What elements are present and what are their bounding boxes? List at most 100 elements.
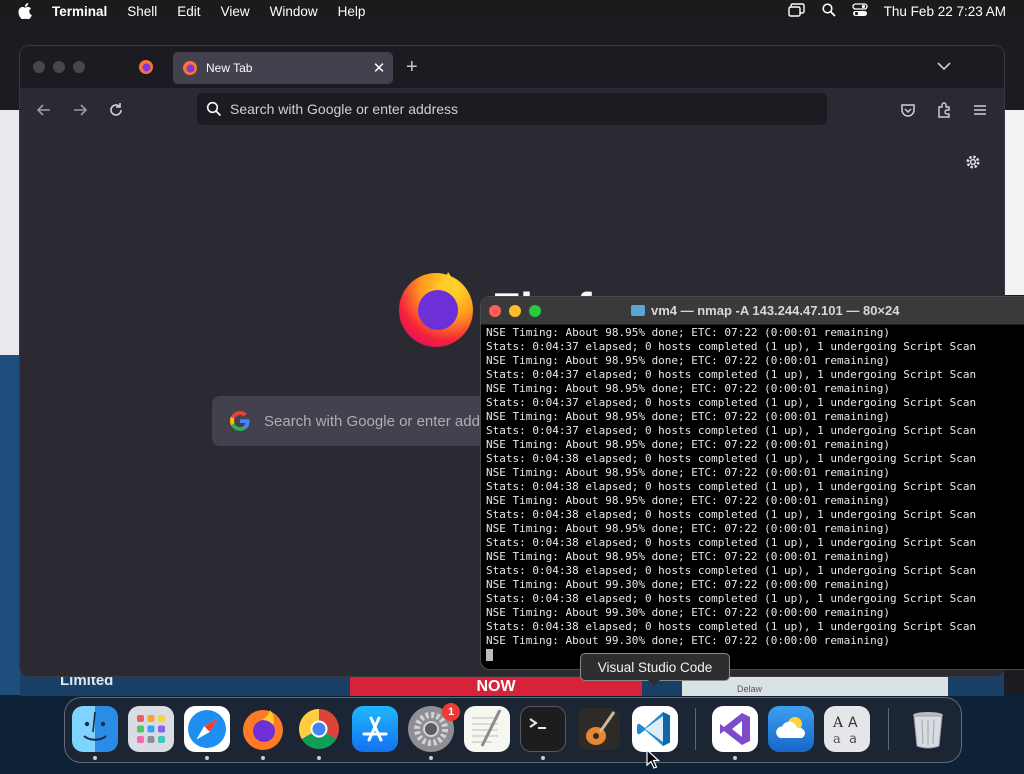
terminal-line: NSE Timing: About 99.30% done; ETC: 07:2… [486, 606, 890, 619]
search-icon [206, 101, 222, 117]
garageband-icon[interactable] [576, 706, 622, 752]
menu-app-name[interactable]: Terminal [52, 4, 107, 19]
google-logo-icon [228, 409, 252, 433]
terminal-line: Stats: 0:04:38 elapsed; 0 hosts complete… [486, 536, 977, 549]
dock-separator-trash [888, 708, 889, 750]
gear-icon[interactable] [964, 153, 982, 171]
terminal-line: NSE Timing: About 99.30% done; ETC: 07:2… [486, 578, 890, 591]
tab-new-tab[interactable]: New Tab ✕ [173, 52, 393, 84]
reload-icon[interactable] [107, 101, 125, 119]
extensions-puzzle-icon[interactable] [935, 101, 953, 119]
mouse-pointer-icon [646, 748, 661, 769]
terminal-line: Stats: 0:04:38 elapsed; 0 hosts complete… [486, 564, 977, 577]
terminal-cursor [486, 649, 493, 661]
firefox-window-controls [33, 61, 85, 73]
terminal-line: NSE Timing: About 98.95% done; ETC: 07:2… [486, 522, 890, 535]
terminal-icon[interactable] [520, 706, 566, 752]
trash-icon[interactable] [905, 706, 951, 752]
terminal-output[interactable]: NSE Timing: About 98.95% done; ETC: 07:2… [486, 326, 1024, 662]
firefox-running-indicator [261, 756, 265, 760]
terminal-running-indicator [541, 756, 545, 760]
terminal-line: NSE Timing: About 98.95% done; ETC: 07:2… [486, 354, 890, 367]
finder-icon[interactable] [72, 706, 118, 752]
dock-separator [695, 708, 696, 750]
terminal-title-text: vm4 — nmap -A 143.244.47.101 — 80×24 [651, 303, 900, 318]
terminal-window: vm4 — nmap -A 143.244.47.101 — 80×24 NSE… [481, 297, 1024, 669]
chrome-icon[interactable] [296, 706, 342, 752]
menu-edit[interactable]: Edit [177, 4, 200, 19]
back-arrow-icon[interactable] [35, 101, 53, 119]
terminal-line: NSE Timing: About 98.95% done; ETC: 07:2… [486, 466, 890, 479]
pinned-tab-firefox-icon[interactable] [138, 59, 154, 75]
tab-label: New Tab [206, 61, 253, 75]
firefox-favicon-icon [182, 60, 198, 76]
terminal-title: vm4 — nmap -A 143.244.47.101 — 80×24 [631, 297, 899, 324]
terminal-line: NSE Timing: About 98.95% done; ETC: 07:2… [486, 410, 890, 423]
google-search-placeholder: Search with Google or enter address [264, 412, 509, 430]
visual-studio-running-indicator [733, 756, 737, 760]
firefox-logo-icon [396, 264, 476, 348]
terminal-line: Stats: 0:04:37 elapsed; 0 hosts complete… [486, 368, 977, 381]
dock-tooltip-arrow [647, 679, 661, 686]
apple-menu-icon[interactable] [18, 3, 34, 19]
svg-text:A: A [848, 715, 858, 731]
firefox-nav-bar: Search with Google or enter address [20, 88, 1004, 132]
system-settings-icon[interactable]: 1 [408, 703, 460, 752]
finder-running-indicator [93, 756, 97, 760]
textedit-icon[interactable] [464, 706, 510, 752]
address-bar-placeholder: Search with Google or enter address [230, 101, 459, 117]
map-label: Delaw [737, 684, 763, 694]
control-center-icon[interactable] [852, 2, 868, 20]
dock-tooltip: Visual Studio Code [580, 653, 730, 681]
terminal-line: Stats: 0:04:38 elapsed; 0 hosts complete… [486, 620, 977, 633]
forward-arrow-icon[interactable] [71, 101, 89, 119]
address-bar[interactable]: Search with Google or enter address [197, 93, 827, 125]
svg-text:A: A [832, 715, 844, 731]
visual-studio-icon[interactable] [712, 706, 758, 752]
chrome-running-indicator [317, 756, 321, 760]
safari-icon[interactable] [184, 706, 230, 752]
zoom-window-button[interactable] [73, 61, 85, 73]
close-window-button[interactable] [489, 305, 501, 317]
background-window-edge-right [1004, 110, 1024, 295]
menu-shell[interactable]: Shell [127, 4, 157, 19]
font-book-icon[interactable]: AAaa [824, 706, 870, 752]
background-window-edge [0, 110, 20, 355]
zoom-window-button[interactable] [529, 305, 541, 317]
minimize-window-button[interactable] [53, 61, 65, 73]
terminal-line: NSE Timing: About 98.95% done; ETC: 07:2… [486, 326, 890, 339]
terminal-prompt-line [486, 648, 1024, 662]
terminal-line: Stats: 0:04:37 elapsed; 0 hosts complete… [486, 424, 977, 437]
terminal-line: NSE Timing: About 98.95% done; ETC: 07:2… [486, 550, 890, 563]
terminal-line: Stats: 0:04:37 elapsed; 0 hosts complete… [486, 396, 977, 409]
list-all-tabs-chevron-icon[interactable] [936, 58, 952, 74]
launchpad-icon[interactable] [128, 706, 174, 752]
terminal-line: Stats: 0:04:37 elapsed; 0 hosts complete… [486, 340, 977, 353]
minimize-window-button[interactable] [509, 305, 521, 317]
menu-view[interactable]: View [221, 4, 250, 19]
settings-running-indicator [429, 756, 433, 760]
folder-icon [631, 305, 645, 316]
close-tab-icon[interactable]: ✕ [365, 59, 393, 77]
new-tab-plus-icon[interactable]: + [406, 56, 418, 79]
notification-badge: 1 [442, 703, 460, 721]
menu-window[interactable]: Window [270, 4, 318, 19]
firefox-icon[interactable] [240, 706, 286, 752]
screen-mirroring-icon[interactable] [787, 2, 806, 20]
firefox-tab-bar: New Tab ✕ + [20, 46, 1004, 88]
menu-help[interactable]: Help [338, 4, 366, 19]
terminal-line: NSE Timing: About 98.95% done; ETC: 07:2… [486, 382, 890, 395]
app-store-icon[interactable] [352, 706, 398, 752]
svg-text:a: a [833, 732, 841, 747]
hamburger-menu-icon[interactable] [971, 101, 989, 119]
terminal-line: Stats: 0:04:38 elapsed; 0 hosts complete… [486, 480, 977, 493]
terminal-title-bar[interactable]: vm4 — nmap -A 143.244.47.101 — 80×24 [481, 297, 1024, 325]
close-window-button[interactable] [33, 61, 45, 73]
pocket-icon[interactable] [899, 101, 917, 119]
weather-icon[interactable] [768, 706, 814, 752]
menu-clock[interactable]: Thu Feb 22 7:23 AM [884, 4, 1006, 19]
spotlight-search-icon[interactable] [822, 2, 836, 20]
vscode-icon[interactable] [632, 706, 678, 752]
terminal-line: Stats: 0:04:38 elapsed; 0 hosts complete… [486, 452, 977, 465]
terminal-line: NSE Timing: About 98.95% done; ETC: 07:2… [486, 438, 890, 451]
